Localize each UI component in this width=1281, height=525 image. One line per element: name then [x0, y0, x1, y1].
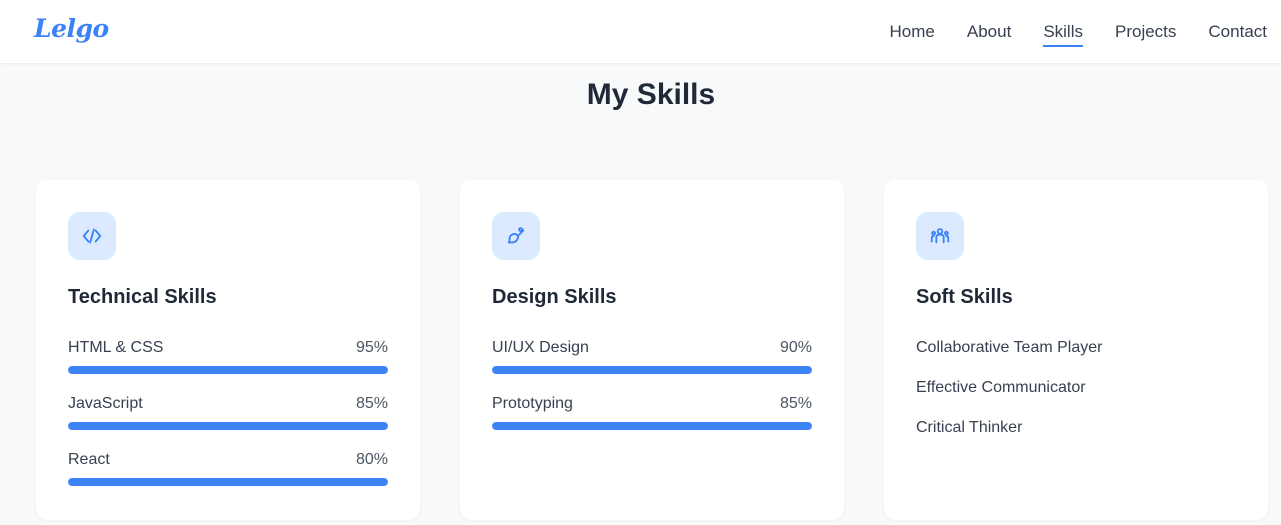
skill-progress-track	[68, 478, 388, 486]
skill-percent: 80%	[355, 451, 388, 468]
skill-progress-track	[68, 366, 388, 374]
people-icon	[916, 212, 964, 260]
skill-progress-fill	[68, 422, 388, 430]
skill-progress-fill	[492, 422, 812, 430]
soft-skills-card: Soft Skills Collaborative Team Player Ef…	[884, 180, 1268, 520]
skill-percent: 90%	[779, 339, 812, 356]
skill-row: HTML & CSS 95%	[68, 338, 388, 374]
skill-progress-track	[68, 422, 388, 430]
main-nav: Home About Skills Projects Contact	[858, 0, 1267, 64]
card-title: Technical Skills	[68, 286, 217, 308]
section-title: My Skills	[586, 78, 716, 111]
soft-skill-item: Effective Communicator	[916, 379, 1086, 396]
nav-link-home[interactable]: Home	[890, 0, 935, 64]
skill-progress-track	[492, 422, 812, 430]
code-icon	[68, 212, 116, 260]
soft-skill-item: Critical Thinker	[916, 419, 1023, 436]
skill-percent: 85%	[779, 395, 812, 412]
skill-row: JavaScript 85%	[68, 394, 388, 430]
technical-skills-card: Technical Skills HTML & CSS 95% JavaScri…	[36, 180, 420, 520]
soft-skill-item: Collaborative Team Player	[916, 339, 1103, 356]
paintbrush-icon	[492, 212, 540, 260]
nav-link-contact[interactable]: Contact	[1208, 0, 1267, 64]
nav-link-projects[interactable]: Projects	[1115, 0, 1176, 64]
design-skills-card: Design Skills UI/UX Design 90% Prototypi…	[460, 180, 844, 520]
skill-percent: 85%	[355, 395, 388, 412]
skill-row: Prototyping 85%	[492, 394, 812, 430]
skill-progress-fill	[492, 366, 812, 374]
skill-progress-fill	[68, 478, 388, 486]
card-title: Design Skills	[492, 286, 617, 308]
nav-link-skills[interactable]: Skills	[1043, 0, 1083, 64]
skill-name: HTML & CSS	[68, 339, 164, 356]
skill-row: React 80%	[68, 450, 388, 486]
skill-progress-fill	[68, 366, 388, 374]
skill-row: UI/UX Design 90%	[492, 338, 812, 374]
skill-name: Prototyping	[492, 395, 573, 412]
skill-name: JavaScript	[68, 395, 143, 412]
navbar: Lelgo Home About Skills Projects Contact	[0, 0, 1281, 64]
skill-name: UI/UX Design	[492, 339, 589, 356]
nav-link-about[interactable]: About	[967, 0, 1011, 64]
skill-progress-track	[492, 366, 812, 374]
skill-percent: 95%	[355, 339, 388, 356]
card-title: Soft Skills	[916, 286, 1013, 308]
skill-name: React	[68, 451, 110, 468]
logo[interactable]: Lelgo	[34, 14, 109, 43]
